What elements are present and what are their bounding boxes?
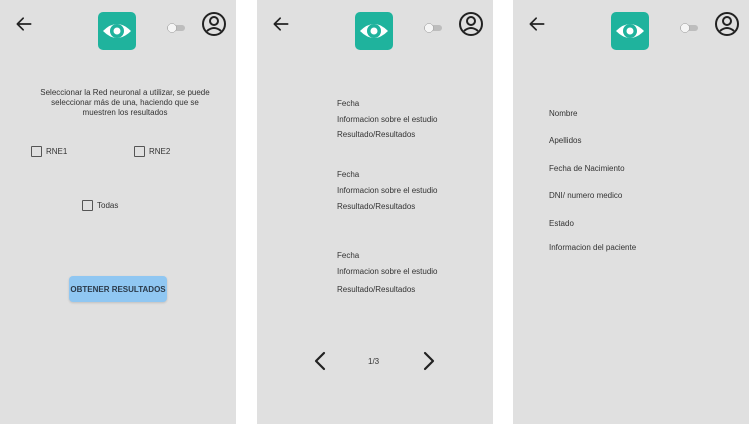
instruction-text: Seleccionar la Red neuronal a utilizar, … xyxy=(40,88,210,117)
eye-logo-icon xyxy=(355,12,393,50)
screen-select-network: Seleccionar la Red neuronal a utilizar, … xyxy=(0,0,236,424)
toggle-switch-icon[interactable] xyxy=(166,23,186,33)
toggle-switch-icon[interactable] xyxy=(679,23,699,33)
field-patient-info: Informacion del paciente xyxy=(549,243,637,252)
checkbox-rne2[interactable]: RNE2 xyxy=(134,146,170,157)
get-results-button[interactable]: OBTENER RESULTADOS xyxy=(69,276,167,302)
account-circle-icon[interactable] xyxy=(201,11,227,37)
field-birth-date: Fecha de Nacimiento xyxy=(549,164,625,173)
checkbox-rne1[interactable]: RNE1 xyxy=(31,146,67,157)
result-info: Informacion sobre el estudio xyxy=(337,186,438,195)
screen-patient-info: Nombre Apellidos Fecha de Nacimiento DNI… xyxy=(513,0,749,424)
result-date: Fecha xyxy=(337,99,360,108)
field-surnames: Apellidos xyxy=(549,136,582,145)
arrow-left-icon[interactable] xyxy=(271,14,291,34)
result-info: Informacion sobre el estudio xyxy=(337,115,438,124)
result-info: Informacion sobre el estudio xyxy=(337,267,438,276)
screen-results-list: Fecha Informacion sobre el estudio Resul… xyxy=(257,0,493,424)
eye-logo-icon xyxy=(611,12,649,50)
result-result: Resultado/Resultados xyxy=(337,202,416,211)
chevron-right-icon[interactable] xyxy=(422,351,436,371)
arrow-left-icon[interactable] xyxy=(527,14,547,34)
checkbox-box[interactable] xyxy=(31,146,42,157)
account-circle-icon[interactable] xyxy=(714,11,740,37)
result-result: Resultado/Resultados xyxy=(337,130,416,139)
checkbox-todas[interactable]: Todas xyxy=(82,200,118,211)
arrow-left-icon[interactable] xyxy=(14,14,34,34)
checkbox-label: RNE2 xyxy=(149,147,171,156)
checkbox-box[interactable] xyxy=(134,146,145,157)
checkbox-box[interactable] xyxy=(82,200,93,211)
toggle-switch-icon[interactable] xyxy=(423,23,443,33)
page-indicator: 1/3 xyxy=(368,357,380,366)
field-name: Nombre xyxy=(549,109,578,118)
result-date: Fecha xyxy=(337,170,360,179)
account-circle-icon[interactable] xyxy=(458,11,484,37)
field-status: Estado xyxy=(549,219,574,228)
result-date: Fecha xyxy=(337,251,360,260)
checkbox-label: RNE1 xyxy=(46,147,68,156)
eye-logo-icon xyxy=(98,12,136,50)
checkbox-label: Todas xyxy=(97,201,119,210)
field-dni: DNI/ numero medico xyxy=(549,191,623,200)
chevron-left-icon[interactable] xyxy=(313,351,327,371)
result-result: Resultado/Resultados xyxy=(337,285,416,294)
